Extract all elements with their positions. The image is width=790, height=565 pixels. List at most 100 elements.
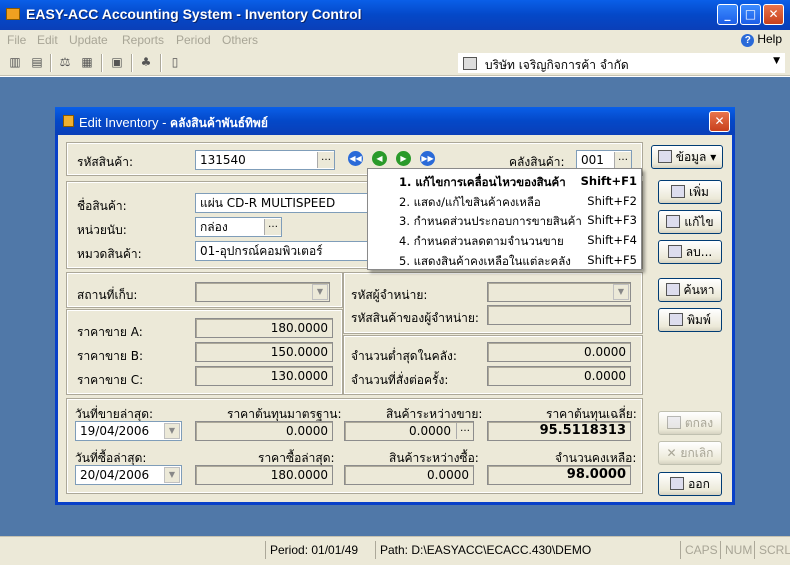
pending-buy-input[interactable]: 0.0000 [344, 465, 474, 485]
price-c-label: ราคาขาย C: [77, 373, 144, 387]
info-popup-menu: 1. แก้ไขการเคลื่อนไหวของสินค้า Shift+F1 2… [367, 168, 642, 270]
minimize-button[interactable]: _ [717, 4, 738, 25]
popup-item-components[interactable]: 3. กำหนดส่วนประกอบการขายสินค้า Shift+F3 [368, 210, 643, 230]
toolbar-separator [50, 54, 52, 72]
popup-item-stock[interactable]: 2. แสดง/แก้ไขสินค้าคงเหลือ Shift+F2 [368, 191, 643, 211]
location-label: สถานที่เก็บ: [77, 288, 138, 302]
dialog-icon [63, 115, 74, 127]
menu-file[interactable]: File [7, 33, 26, 47]
app-title: EASY-ACC Accounting System - Inventory C… [26, 6, 362, 22]
first-record-icon[interactable]: ◀◀ [348, 151, 363, 166]
door-icon[interactable]: ▯ [166, 54, 184, 71]
add-button[interactable]: เพิ่ม [658, 180, 722, 204]
location-select[interactable]: ▼ [195, 282, 330, 302]
category-value: 01-อุปกรณ์คอมพิวเตอร์ [200, 244, 323, 258]
stamp-icon[interactable]: ♣ [137, 54, 155, 71]
info-button[interactable]: ข้อมูล ▾ [651, 145, 723, 169]
next-record-icon[interactable]: ▶ [396, 151, 411, 166]
unit-input[interactable]: กล่อง… [195, 217, 282, 237]
popup-item-shortcut: Shift+F4 [587, 233, 637, 247]
menu-period[interactable]: Period [176, 33, 211, 47]
maximize-button[interactable]: □ [740, 4, 761, 25]
price-c-input[interactable]: 130.0000 [195, 366, 333, 386]
menu-help[interactable]: ? Help [741, 32, 782, 47]
category-label: หมวดสินค้า: [77, 247, 142, 261]
ok-button-label: ตกลง [684, 416, 714, 430]
chevron-down-icon[interactable]: ▼ [164, 467, 180, 483]
code-input[interactable]: 131540… [195, 150, 335, 170]
edit-icon [666, 215, 681, 228]
last-record-icon[interactable]: ▶▶ [420, 151, 435, 166]
menu-edit[interactable]: Edit [37, 33, 58, 47]
status-caps: CAPS [680, 541, 720, 559]
dialog-close-button[interactable]: ✕ [709, 111, 730, 132]
status-num: NUM [720, 541, 754, 559]
name-input[interactable]: แผ่น CD-R MULTISPEED [195, 193, 370, 213]
category-input[interactable]: 01-อุปกรณ์คอมพิวเตอร์ [195, 241, 370, 261]
last-buy-date[interactable]: 20/04/2006 ▼ [75, 465, 182, 485]
popup-item-warehouse-stock[interactable]: 5. แสดงสินค้าคงเหลือในแต่ละคลัง Shift+F5 [368, 250, 643, 270]
unit-label: หน่วยนับ: [77, 223, 127, 237]
reorder-input[interactable]: 0.0000 [487, 366, 631, 386]
menu-others[interactable]: Others [222, 33, 258, 47]
menu-update[interactable]: Update [69, 33, 108, 47]
supplier-select[interactable]: ▼ [487, 282, 631, 302]
dialog-titlebar: Edit Inventory - คลังสินค้าพันธ์ทิพย์ ✕ [55, 107, 735, 135]
price-a-label: ราคาขาย A: [77, 325, 143, 339]
popup-item-discount[interactable]: 4. กำหนดส่วนลดตามจำนวนขาย Shift+F4 [368, 230, 643, 250]
last-buy-price-input[interactable]: 180.0000 [195, 465, 333, 485]
new-document-icon [671, 185, 686, 198]
cancel-button[interactable]: ✕ ยกเลิก [658, 441, 722, 465]
price-a-input[interactable]: 180.0000 [195, 318, 333, 338]
previous-record-icon[interactable]: ◀ [372, 151, 387, 166]
supplier-label: รหัสผู้จำหน่าย: [351, 288, 428, 302]
status-period: Period: 01/01/49 [265, 541, 375, 559]
scale-icon[interactable]: ⚖ [56, 54, 74, 71]
price-b-input[interactable]: 150.0000 [195, 342, 333, 362]
warehouse-lookup-button[interactable]: … [614, 152, 631, 168]
popup-item-shortcut: Shift+F2 [587, 194, 637, 208]
printer-icon [669, 313, 684, 326]
delete-button[interactable]: ลบ... [658, 240, 722, 264]
calculator-icon[interactable]: ▣ [108, 54, 126, 71]
app-titlebar: EASY-ACC Accounting System - Inventory C… [0, 0, 790, 30]
search-button-label: ค้นหา [683, 283, 715, 297]
supplier-item-input[interactable] [487, 305, 631, 325]
ok-button[interactable]: ตกลง [658, 411, 722, 435]
help-icon: ? [741, 34, 755, 47]
pending-sale-lookup-button[interactable]: … [456, 423, 473, 439]
unit-lookup-button[interactable]: … [264, 219, 281, 235]
popup-item-label: 1. แก้ไขการเคลื่อนไหวของสินค้า [399, 175, 566, 189]
exit-button[interactable]: ออก [658, 472, 722, 496]
info-button-label: ข้อมูล [675, 150, 707, 164]
edit-button[interactable]: แก้ไข [658, 210, 722, 234]
add-button-label: เพิ่ม [689, 185, 709, 199]
toolbar: ▥ ▤ ⚖ ▦ ▣ ♣ ▯ บริษัท เจริญกิจการค้า จำกั… [0, 50, 790, 76]
chevron-down-icon[interactable]: ▼ [773, 56, 780, 66]
print-button[interactable]: พิมพ์ [658, 308, 722, 332]
status-bar: Period: 01/01/49 Path: D:\EASYACC\ECACC.… [0, 536, 790, 565]
warehouse-input[interactable]: 001… [576, 150, 632, 170]
code-lookup-button[interactable]: … [317, 152, 334, 168]
menu-reports[interactable]: Reports [122, 33, 164, 47]
search-button[interactable]: ค้นหา [658, 278, 722, 302]
books-icon[interactable]: ▥ [6, 54, 24, 71]
company-select[interactable]: บริษัท เจริญกิจการค้า จำกัด ▼ [458, 53, 785, 73]
chevron-down-icon[interactable]: ▼ [613, 284, 629, 300]
close-button[interactable]: ✕ [763, 4, 784, 25]
min-stock-input[interactable]: 0.0000 [487, 342, 631, 362]
report-icon[interactable]: ▦ [78, 54, 96, 71]
company-icon [463, 57, 477, 70]
dialog-title: Edit Inventory - คลังสินค้าพันธ์ทิพย์ [79, 114, 268, 133]
exit-button-label: ออก [688, 477, 710, 491]
price-b-label: ราคาขาย B: [77, 349, 144, 363]
chevron-down-icon[interactable]: ▼ [164, 423, 180, 439]
popup-item-movement[interactable]: 1. แก้ไขการเคลื่อนไหวของสินค้า Shift+F1 [368, 171, 643, 191]
min-stock-label: จำนวนต่ำสุดในคลัง: [351, 349, 457, 363]
last-sale-date[interactable]: 19/04/2006 ▼ [75, 421, 182, 441]
std-cost-input[interactable]: 0.0000 [195, 421, 333, 441]
pending-sale-input[interactable]: 0.0000… [344, 421, 474, 441]
chevron-down-icon[interactable]: ▼ [312, 284, 328, 300]
last-sale-value: 19/04/2006 [80, 424, 150, 438]
database-icon[interactable]: ▤ [28, 54, 46, 71]
